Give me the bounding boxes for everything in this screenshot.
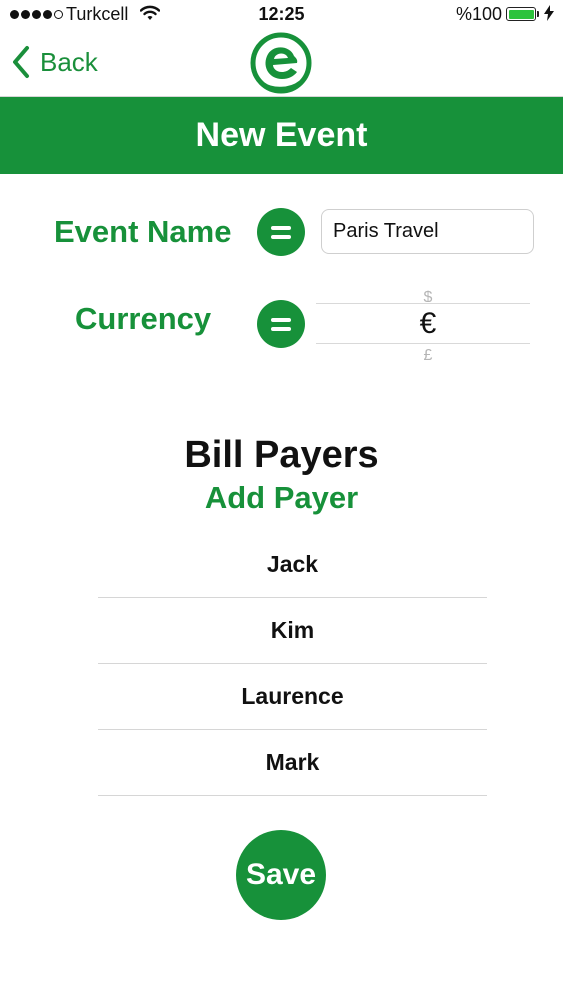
picker-divider-bottom xyxy=(316,343,530,344)
title-band: New Event xyxy=(0,97,563,174)
event-name-label: Event Name xyxy=(54,214,232,249)
battery-icon xyxy=(506,7,536,21)
save-button[interactable]: Save xyxy=(236,830,326,920)
payer-row[interactable]: Laurence xyxy=(98,664,487,730)
payer-list: Jack Kim Laurence Mark xyxy=(98,532,487,796)
bill-payers-heading: Bill Payers xyxy=(184,434,379,476)
page-title: New Event xyxy=(195,116,368,154)
back-button[interactable]: Back xyxy=(10,44,98,80)
battery-level-fill xyxy=(508,9,534,19)
event-name-input[interactable] xyxy=(321,209,534,254)
new-event-screen: Turkcell 12:25 %100 Back New Event Event… xyxy=(0,0,563,1000)
payer-row[interactable]: Mark xyxy=(98,730,487,796)
battery-percent: %100 xyxy=(456,4,503,24)
chevron-left-icon xyxy=(13,46,29,78)
currency-picker[interactable]: $ € £ xyxy=(316,282,530,360)
picker-divider-top xyxy=(316,303,530,304)
equals-icon xyxy=(257,300,305,348)
currency-selected[interactable]: € xyxy=(316,307,530,341)
payer-row[interactable]: Kim xyxy=(98,598,487,664)
battery-tip xyxy=(537,11,539,17)
currency-label: Currency xyxy=(75,301,212,336)
add-payer-button[interactable]: Add Payer xyxy=(0,480,563,516)
app-logo-icon xyxy=(250,32,312,94)
charging-bolt-icon xyxy=(544,5,554,26)
currency-option-above[interactable]: $ xyxy=(316,290,530,302)
back-label: Back xyxy=(40,46,98,77)
equals-icon xyxy=(257,208,305,256)
payer-row[interactable]: Jack xyxy=(98,532,487,598)
navigation-bar: Back xyxy=(0,30,563,97)
currency-option-below[interactable]: £ xyxy=(316,348,530,360)
status-bar: Turkcell 12:25 %100 xyxy=(0,0,563,30)
